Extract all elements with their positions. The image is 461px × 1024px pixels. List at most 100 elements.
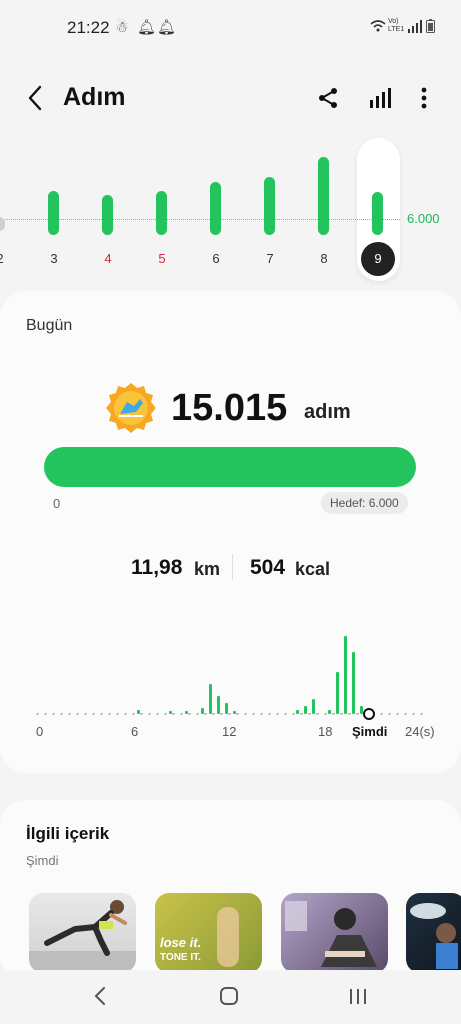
day-bar-9[interactable]	[372, 192, 383, 235]
bell-icon: 🔔︎	[137, 19, 157, 36]
goal-achieved-badge-icon	[105, 382, 157, 434]
hour-label-now: Şimdi	[352, 724, 388, 739]
thumbnail-text-2: TONE IT.	[160, 952, 201, 963]
share-icon	[319, 88, 337, 108]
baseline-dot	[44, 713, 47, 715]
hour-label-18: 18	[318, 724, 333, 739]
related-content-subtitle: Şimdi	[26, 853, 59, 868]
baseline-dot	[348, 713, 351, 715]
baseline-dot	[332, 713, 335, 715]
baseline-dot	[300, 713, 303, 715]
baseline-dot	[132, 713, 135, 715]
day-label-3[interactable]: 3	[44, 251, 64, 266]
nav-home-button[interactable]	[219, 986, 239, 1011]
runner-figure	[217, 907, 239, 967]
hour-bar	[137, 710, 140, 714]
baseline-dot	[212, 713, 215, 715]
goal-line-label: 6.000	[407, 211, 440, 226]
hour-bar	[312, 699, 315, 714]
baseline-dot	[420, 713, 423, 715]
related-thumbnail-fitness[interactable]	[406, 893, 461, 973]
baseline-dot	[148, 713, 151, 715]
baseline-dot	[316, 713, 319, 715]
thumbnail-text: lose it.	[160, 935, 202, 950]
day-label-4[interactable]: 4	[98, 251, 118, 266]
baseline-dot	[76, 713, 79, 715]
baseline-dot	[36, 713, 39, 715]
more-vertical-icon	[421, 87, 427, 109]
day-label-8[interactable]: 8	[314, 251, 334, 266]
baseline-dot	[92, 713, 95, 715]
baseline-dot	[124, 713, 127, 715]
share-button[interactable]	[316, 86, 340, 110]
hour-bar	[225, 703, 228, 714]
step-unit: adım	[304, 401, 351, 423]
baseline-dot	[412, 713, 415, 715]
status-bar: 21:22 ☃ 🔔︎ 🔔︎ Vo) LTE1	[0, 0, 461, 56]
recents-icon	[350, 989, 366, 1004]
calories-unit: kcal	[295, 559, 331, 579]
battery-icon	[426, 19, 435, 38]
hour-label-0: 0	[36, 724, 44, 739]
related-thumbnail-workout[interactable]	[29, 893, 136, 973]
related-thumbnail-lose-it[interactable]: lose it. TONE IT.	[155, 893, 262, 973]
trends-button[interactable]	[368, 86, 392, 110]
day-bar-6[interactable]	[210, 182, 221, 235]
nav-back-button[interactable]	[90, 984, 110, 1013]
hour-bar	[209, 684, 212, 714]
baseline-dot	[188, 713, 191, 715]
day-label-2[interactable]: 2	[0, 251, 10, 266]
fitness-image	[410, 903, 458, 969]
baseline-dot	[116, 713, 119, 715]
hour-bar	[185, 711, 188, 714]
hour-bar	[352, 652, 355, 714]
now-marker	[363, 708, 375, 720]
nav-recents-button[interactable]	[347, 986, 369, 1011]
baseline-dot	[196, 713, 199, 715]
related-content-title: İlgili içerik	[26, 824, 110, 843]
clock: 21:22	[67, 18, 110, 37]
day-label-9-selected[interactable]: 9	[361, 242, 395, 276]
hour-bar	[169, 711, 172, 714]
day-bar-5[interactable]	[156, 191, 167, 235]
app-notification-icon: ☃	[115, 19, 129, 36]
baseline-dot	[84, 713, 87, 715]
hour-bar	[304, 706, 307, 714]
bar-chart-icon	[370, 88, 391, 108]
chevron-left-icon	[28, 85, 42, 111]
day-label-7[interactable]: 7	[260, 251, 280, 266]
baseline-dot	[380, 713, 383, 715]
hour-bar	[201, 708, 204, 714]
baseline-dot	[260, 713, 263, 715]
baseline-dot	[268, 713, 271, 715]
back-button[interactable]	[22, 80, 52, 116]
day-label-5[interactable]: 5	[152, 251, 172, 266]
day-bar-3[interactable]	[48, 191, 59, 235]
day-bar-2[interactable]	[0, 217, 5, 231]
baseline-dot	[292, 713, 295, 715]
baseline-dot	[156, 713, 159, 715]
day-label-6[interactable]: 6	[206, 251, 226, 266]
goal-badge[interactable]: Hedef: 6.000	[321, 492, 408, 514]
day-bar-8[interactable]	[318, 157, 329, 235]
hour-bar	[328, 710, 331, 714]
baseline-dot	[180, 713, 183, 715]
baseline-dot	[356, 713, 359, 715]
baseline-dot	[404, 713, 407, 715]
baseline-dot	[252, 713, 255, 715]
day-bar-7[interactable]	[264, 177, 275, 235]
more-options-button[interactable]	[414, 86, 434, 110]
baseline-dot	[236, 713, 239, 715]
today-label: Bugün	[26, 317, 73, 334]
distance-unit: km	[194, 559, 221, 579]
baseline-dot	[100, 713, 103, 715]
step-count: 15.015	[171, 387, 288, 429]
system-navigation-bar	[0, 970, 461, 1024]
related-thumbnail-body-gym[interactable]	[281, 893, 388, 973]
baseline-dot	[204, 713, 207, 715]
baseline-dot	[284, 713, 287, 715]
signal-icon	[408, 19, 422, 38]
baseline-dot	[60, 713, 63, 715]
workout-image	[29, 900, 136, 973]
day-bar-4[interactable]	[102, 195, 113, 235]
